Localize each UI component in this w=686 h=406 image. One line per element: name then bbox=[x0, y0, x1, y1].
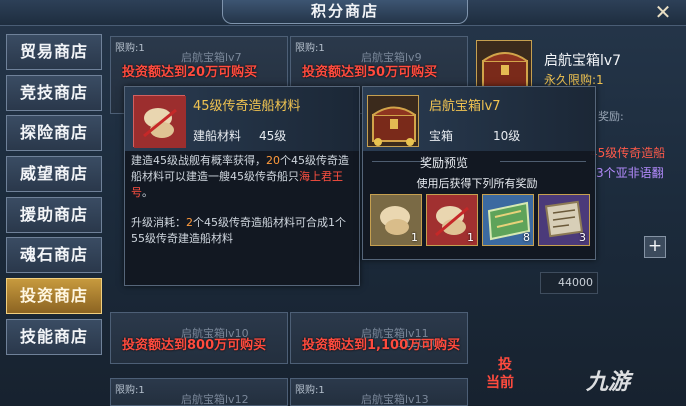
close-icon: ✕ bbox=[654, 0, 672, 24]
plus-icon: + bbox=[647, 236, 663, 256]
reward-count: 1 bbox=[467, 231, 474, 244]
product-card[interactable]: 限购:1 启航宝箱lv13 bbox=[290, 378, 468, 406]
invest-requirement: 投资额达到800万可购买 bbox=[122, 338, 267, 353]
sidebar-item-explore[interactable]: 探险商店 bbox=[6, 115, 102, 152]
desc-text: 。 bbox=[142, 186, 153, 199]
reward-count: 3 bbox=[579, 231, 586, 244]
limit-badge: 限购:1 bbox=[115, 43, 145, 54]
material-icon bbox=[133, 95, 186, 148]
invest-requirement: 投资额达到50万可购买 bbox=[302, 65, 438, 80]
item-type: 宝箱 bbox=[429, 129, 454, 143]
current-hint: 当前 bbox=[486, 375, 514, 391]
limit-badge: 限购:1 bbox=[295, 43, 325, 54]
add-quantity-button[interactable]: + bbox=[644, 236, 666, 258]
reward-slot[interactable]: 3 bbox=[538, 194, 590, 246]
limit-badge: 限购:1 bbox=[115, 385, 145, 396]
item-type: 建船材料 bbox=[193, 129, 242, 143]
product-name: 启航宝箱lv13 bbox=[361, 393, 429, 406]
cost-display: 44000 bbox=[540, 272, 598, 294]
sidebar-item-skill[interactable]: 技能商店 bbox=[6, 318, 102, 355]
limit-badge: 限购:1 bbox=[295, 385, 325, 396]
reward-slot[interactable]: 1 bbox=[426, 194, 478, 246]
item-title: 启航宝箱lv7 bbox=[544, 53, 622, 69]
tooltip-title: 45级传奇造船材料 bbox=[193, 99, 301, 114]
upgrade-label: 升级消耗： bbox=[131, 216, 186, 229]
title-bar: 积分商店 ✕ bbox=[0, 0, 686, 26]
reward-preview-subtitle: 使用后获得下列所有奖励 bbox=[416, 177, 538, 190]
tooltip-title: 启航宝箱lv7 bbox=[429, 99, 501, 114]
watermark-logo: 九游 bbox=[586, 370, 631, 395]
sidebar-item-invest[interactable]: 投资商店 bbox=[6, 278, 102, 315]
reward-preview-title: 奖励预览 bbox=[419, 156, 468, 170]
reward-item: 45级传奇造船 bbox=[590, 146, 666, 160]
invest-requirement: 投资额达到20万可购买 bbox=[122, 65, 258, 80]
page-title: 积分商店 bbox=[222, 0, 468, 24]
reward-label: 奖励: bbox=[598, 110, 624, 123]
item-level: 45级 bbox=[259, 129, 287, 143]
item-level: 10级 bbox=[493, 129, 521, 143]
sidebar-item-aid[interactable]: 援助商店 bbox=[6, 196, 102, 233]
invest-requirement: 投资额达到1,100万可购买 bbox=[302, 338, 461, 353]
reward-count: 8 bbox=[523, 231, 530, 244]
reward-slot[interactable]: 8 bbox=[482, 194, 534, 246]
material-tooltip: 45级传奇造船材料 建船材料 45级 建造45级战舰有概率获得，20个45级传奇… bbox=[124, 86, 360, 286]
upgrade-count: 2 bbox=[186, 216, 193, 229]
sidebar-item-prestige[interactable]: 威望商店 bbox=[6, 156, 102, 193]
reward-slot[interactable]: 1 bbox=[370, 194, 422, 246]
product-card[interactable]: 限购:1 启航宝箱lv12 bbox=[110, 378, 288, 406]
sidebar: 贸易商店 竞技商店 探险商店 威望商店 援助商店 魂石商店 投资商店 技能商店 bbox=[6, 34, 102, 360]
reward-item: 3个亚非语翻 bbox=[596, 166, 664, 180]
reward-count: 1 bbox=[411, 231, 418, 244]
product-name: 启航宝箱lv12 bbox=[181, 393, 249, 406]
item-description: 建造45级战舰有概率获得，20个45级传奇造船材料可以建造一艘45级传奇船只海上… bbox=[131, 153, 353, 201]
desc-count: 20 bbox=[266, 154, 280, 167]
invest-hint: 投 bbox=[498, 357, 512, 373]
sidebar-item-trade[interactable]: 贸易商店 bbox=[6, 34, 102, 70]
treasure-chest-icon bbox=[367, 95, 419, 147]
desc-text: 建造45级战舰有概率获得， bbox=[131, 154, 266, 167]
close-button[interactable]: ✕ bbox=[652, 1, 674, 23]
upgrade-description: 升级消耗：2个45级传奇造船材料可合成1个55级传奇建造船材料 bbox=[131, 215, 353, 247]
sidebar-item-arena[interactable]: 竞技商店 bbox=[6, 74, 102, 111]
sidebar-item-soulstone[interactable]: 魂石商店 bbox=[6, 237, 102, 274]
